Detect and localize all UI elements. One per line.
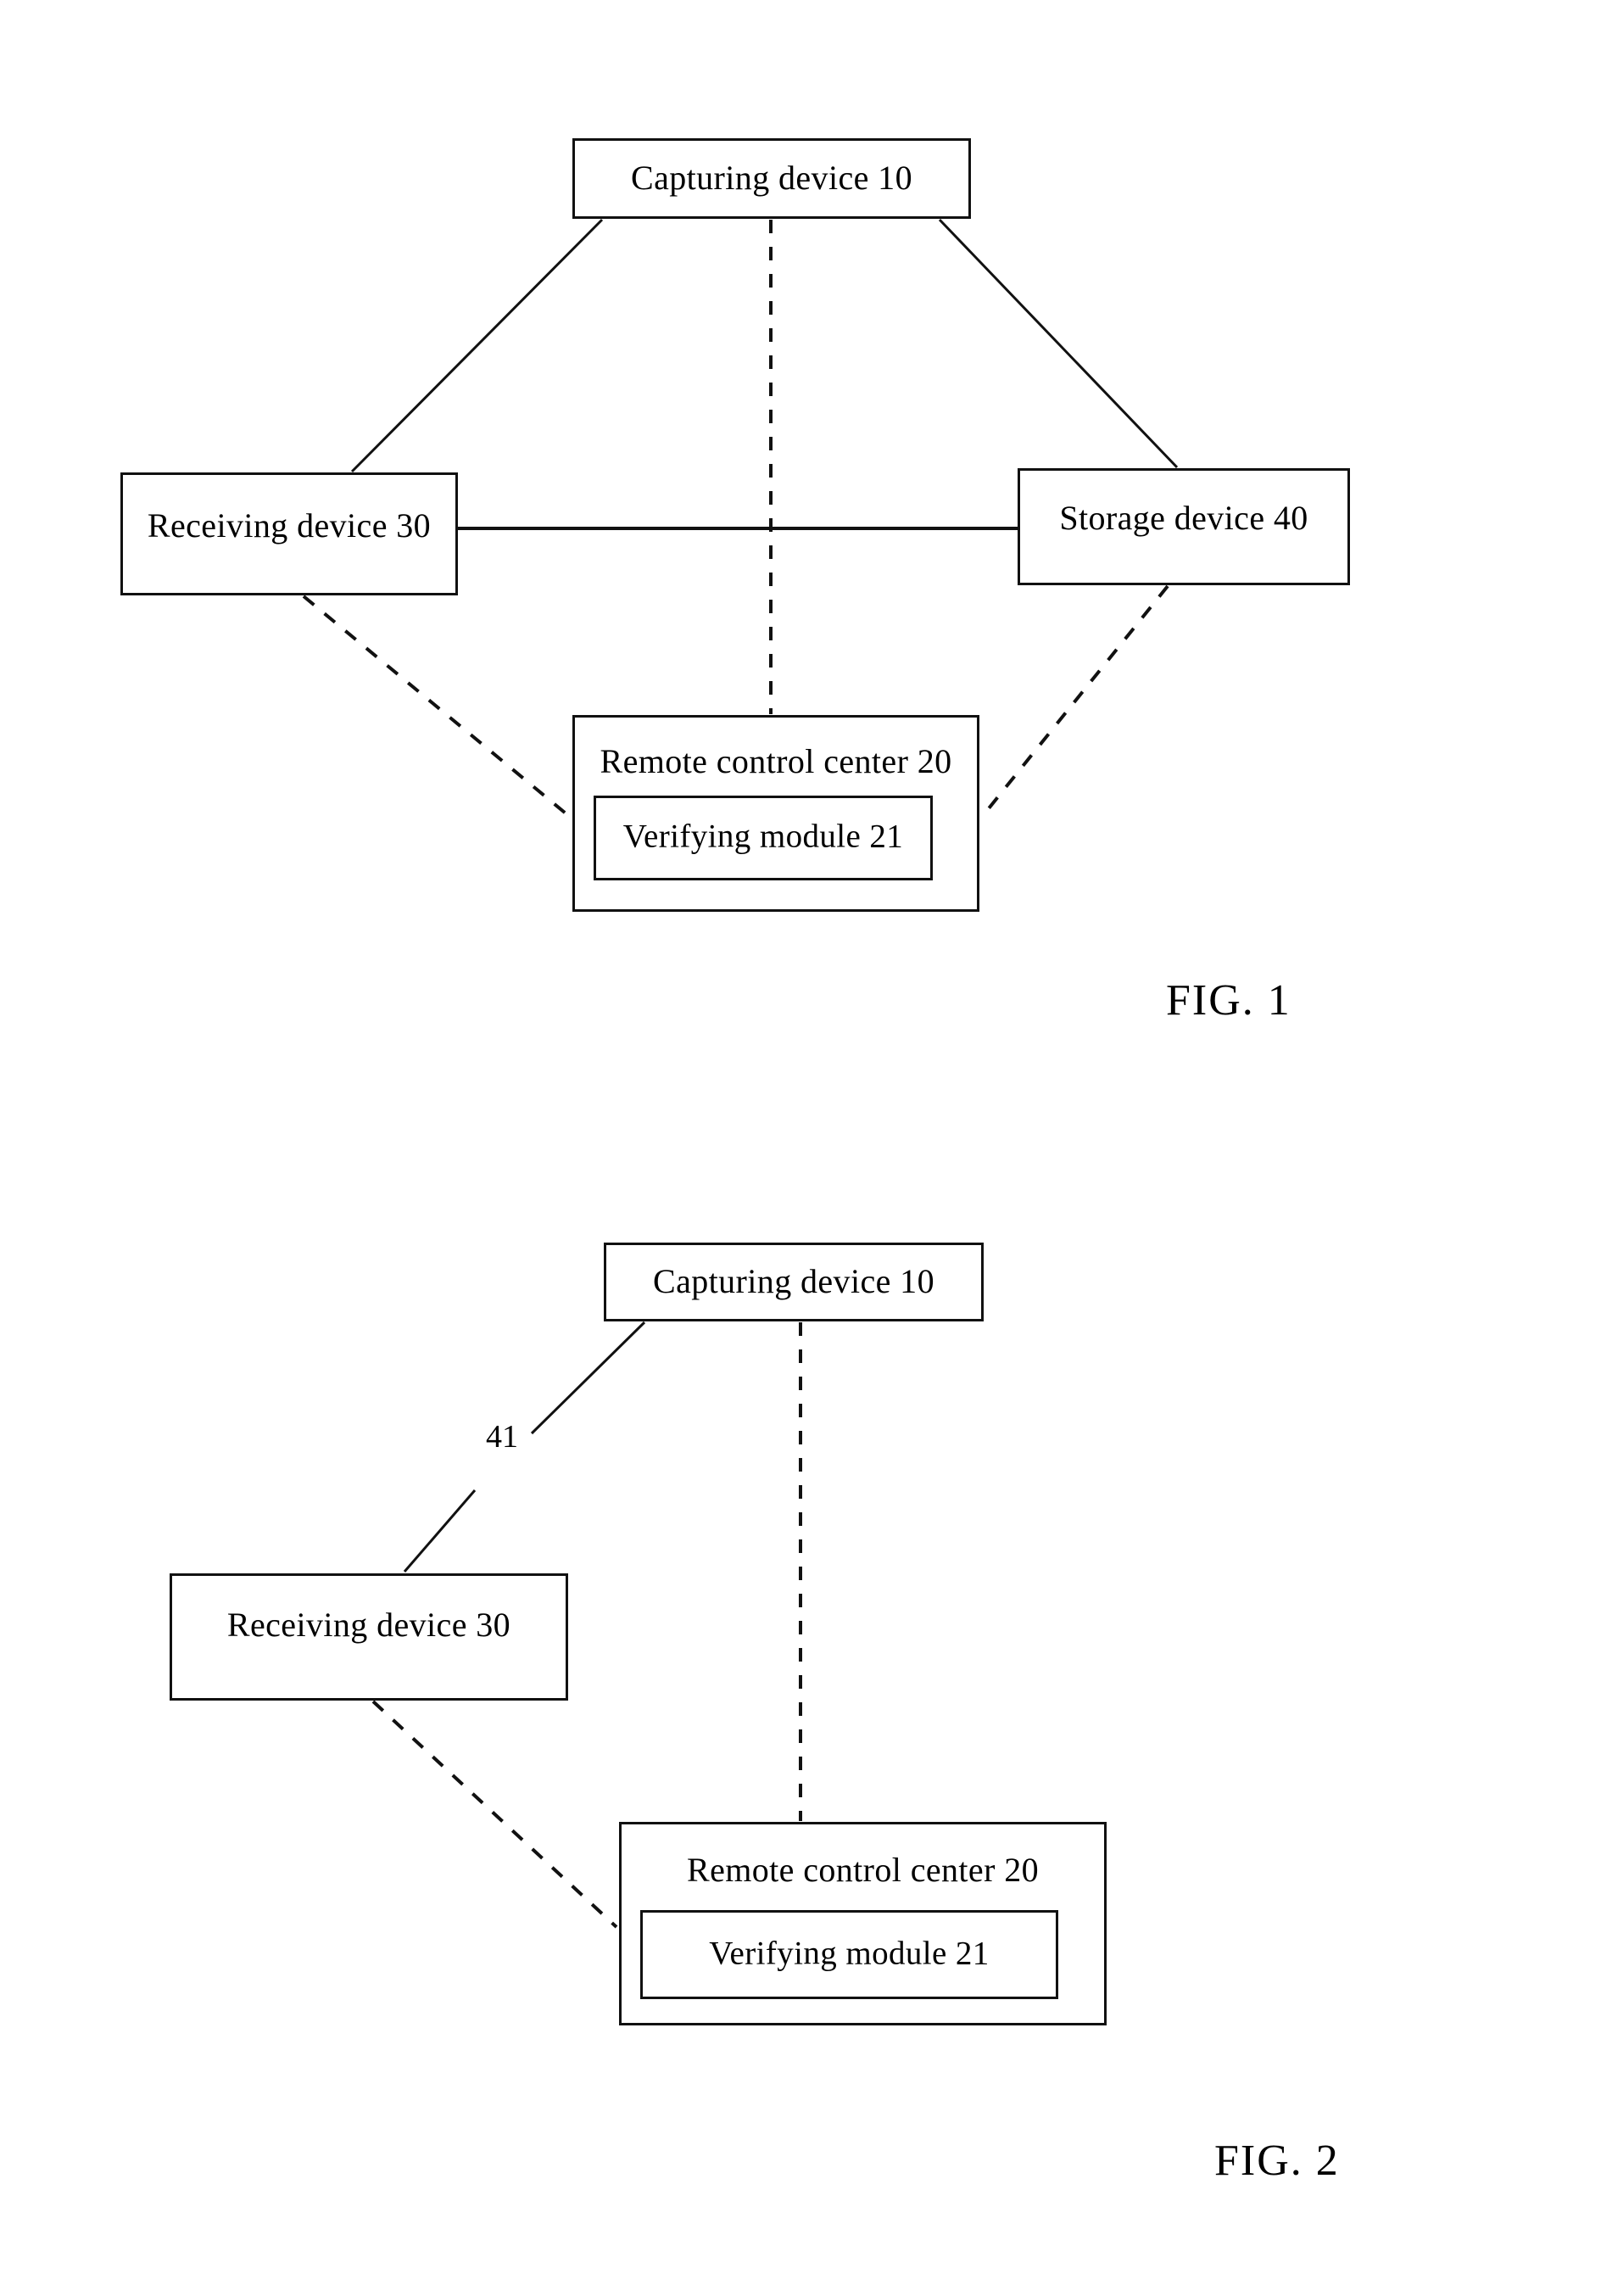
patent-drawing-sheet: Capturing device 10 Receiving device 30 … (0, 0, 1601, 2296)
fig1-storage-device-box[interactable]: Storage device 40 (1018, 468, 1350, 585)
fig2-verifying-module-box[interactable]: Verifying module 21 (640, 1910, 1058, 1999)
fig2-receiving-device-box[interactable]: Receiving device 30 (170, 1573, 568, 1701)
fig1-capturing-device-box[interactable]: Capturing device 10 (572, 138, 971, 219)
fig2-capturing-device-label: Capturing device 10 (653, 1261, 934, 1300)
fig1-verifying-module-label: Verifying module 21 (622, 818, 904, 855)
connector-capturing-to-receiving-fig1 (350, 218, 604, 473)
fig2-verifying-module-label: Verifying module 21 (709, 1935, 990, 1972)
fig1-storage-device-label: Storage device 40 (1059, 499, 1308, 537)
connector-receiving-to-rcc-fig2 (371, 1700, 618, 1929)
fig2-caption: FIG. 2 (1214, 2137, 1340, 2185)
fig2-reference-numeral-41: 41 (486, 1419, 518, 1455)
fig1-remote-control-center-label: Remote control center 20 (600, 742, 952, 780)
fig1-caption: FIG. 1 (1166, 976, 1291, 1025)
connector-capturing-to-receiving-fig2-lower (403, 1489, 477, 1573)
fig1-receiving-device-box[interactable]: Receiving device 30 (120, 472, 458, 595)
connector-capturing-to-storage-fig1 (938, 218, 1179, 469)
fig1-receiving-device-label: Receiving device 30 (147, 506, 432, 545)
fig2-receiving-device-label: Receiving device 30 (226, 1606, 511, 1644)
fig1-capturing-device-label: Capturing device 10 (631, 158, 912, 197)
fig1-verifying-module-box[interactable]: Verifying module 21 (594, 796, 933, 880)
connector-storage-to-rcc-fig1 (980, 584, 1169, 818)
connector-receiving-to-rcc-fig1 (302, 595, 572, 818)
fig2-capturing-device-box[interactable]: Capturing device 10 (604, 1243, 984, 1321)
fig2-remote-control-center-label: Remote control center 20 (686, 1851, 1039, 1889)
connector-capturing-to-receiving-fig2 (530, 1321, 646, 1435)
